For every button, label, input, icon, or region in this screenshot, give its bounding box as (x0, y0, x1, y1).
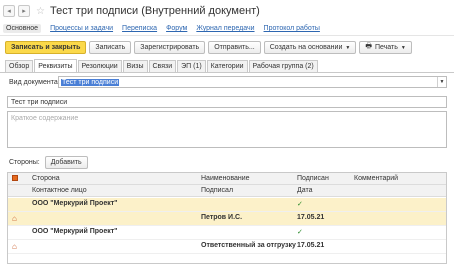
table-header-row-2: Контактное лицо Подписал Дата (8, 185, 446, 197)
table-row[interactable]: ⌂ Петров И.С. 17.05.21 (8, 212, 446, 226)
send-button[interactable]: Отправить... (208, 41, 261, 54)
create-based-on-button[interactable]: Создать на основании ▼ (263, 41, 357, 54)
tab-strip: Обзор Реквизиты Резолюции Визы Связи ЭП … (0, 59, 454, 73)
nav-link-transfer-log[interactable]: Журнал передачи (196, 25, 254, 32)
header-date: Дата (297, 187, 313, 194)
doc-type-field[interactable]: Тест три подписи ▼ (58, 76, 447, 88)
row-date: 17.05.21 (297, 214, 325, 221)
star-icon[interactable]: ☆ (36, 6, 45, 17)
header-side: Сторона (32, 175, 60, 182)
table-header-row-1: Сторона Наименование Подписан Комментари… (8, 173, 446, 185)
nav-link-processes[interactable]: Процессы и задачи (50, 25, 113, 32)
command-bar: Записать и закрыть Записать Зарегистриро… (0, 39, 454, 56)
table-row[interactable]: ООО "Меркурий Проект" ✓ (8, 198, 446, 212)
house-icon: ⌂ (12, 214, 17, 223)
tab-categories[interactable]: Категории (206, 60, 248, 72)
arrow-left-icon[interactable]: ◂ (3, 5, 15, 17)
save-button[interactable]: Записать (89, 41, 132, 54)
subject-value: Тест три подписи (11, 98, 68, 106)
summary-field[interactable]: Краткое содержание (7, 111, 447, 148)
row-signer: Петров И.С. (201, 214, 243, 221)
row-date: 17.05.21 (297, 242, 325, 249)
doc-type-value: Тест три подписи (61, 78, 120, 86)
doc-type-label: Вид документа: (9, 79, 60, 86)
row-signer: Ответственный за отгрузку (201, 242, 296, 249)
tab-overview[interactable]: Обзор (5, 60, 34, 72)
row-signed: ✓ (297, 229, 303, 236)
tab-signatures[interactable]: ЭП (1) (177, 60, 206, 72)
sides-label: Стороны: (9, 159, 40, 166)
table-settings-icon[interactable] (12, 175, 18, 181)
save-and-close-button[interactable]: Записать и закрыть (5, 41, 87, 54)
register-button[interactable]: Зарегистрировать (134, 41, 206, 54)
header-comment: Комментарий (354, 175, 399, 182)
row-signed: ✓ (297, 201, 303, 208)
print-label: Печать (374, 44, 398, 51)
table-row[interactable]: ⌂ Ответственный за отгрузку 17.05.21 (8, 240, 446, 254)
dropdown-button[interactable]: ▼ (437, 77, 446, 87)
header-name: Наименование (201, 175, 250, 182)
summary-placeholder: Краткое содержание (11, 115, 79, 122)
header-contact: Контактное лицо (32, 187, 87, 194)
row-side: ООО "Меркурий Проект" (32, 228, 118, 235)
printer-icon: 🖶 (365, 43, 372, 50)
create-based-on-label: Создать на основании (269, 44, 343, 51)
print-button[interactable]: 🖶 Печать ▼ (359, 41, 412, 54)
sides-row: Стороны: Добавить (9, 156, 88, 169)
tab-work-group[interactable]: Рабочая группа (2) (248, 60, 318, 72)
tab-links[interactable]: Связи (148, 60, 177, 72)
tab-visas[interactable]: Визы (122, 60, 148, 72)
window-title: Тест три подписи (Внутренний документ) (49, 5, 260, 17)
title-bar: ◂ ▸ ☆ Тест три подписи (Внутренний докум… (0, 0, 454, 22)
subject-field[interactable]: Тест три подписи (7, 96, 447, 108)
chevron-down-icon: ▼ (345, 44, 351, 51)
nav-link-forum[interactable]: Форум (166, 25, 187, 32)
chevron-down-icon: ▼ (400, 44, 406, 51)
header-signer: Подписал (201, 187, 234, 194)
arrow-right-icon[interactable]: ▸ (18, 5, 30, 17)
nav-link-correspondence[interactable]: Переписка (122, 25, 157, 32)
table-row[interactable]: ООО "Меркурий Проект" ✓ (8, 226, 446, 240)
house-icon: ⌂ (12, 242, 17, 251)
nav-link-main[interactable]: Основное (3, 24, 42, 33)
header-signed: Подписан (297, 175, 329, 182)
nav-link-work-protocol[interactable]: Протокол работы (264, 25, 320, 32)
tab-resolutions[interactable]: Резолюции (77, 60, 122, 72)
sides-table: Сторона Наименование Подписан Комментари… (7, 172, 447, 264)
row-side: ООО "Меркурий Проект" (32, 200, 118, 207)
tab-requisites[interactable]: Реквизиты (34, 59, 77, 72)
section-nav: Основное Процессы и задачи Переписка Фор… (0, 22, 454, 36)
add-side-button[interactable]: Добавить (44, 156, 88, 169)
